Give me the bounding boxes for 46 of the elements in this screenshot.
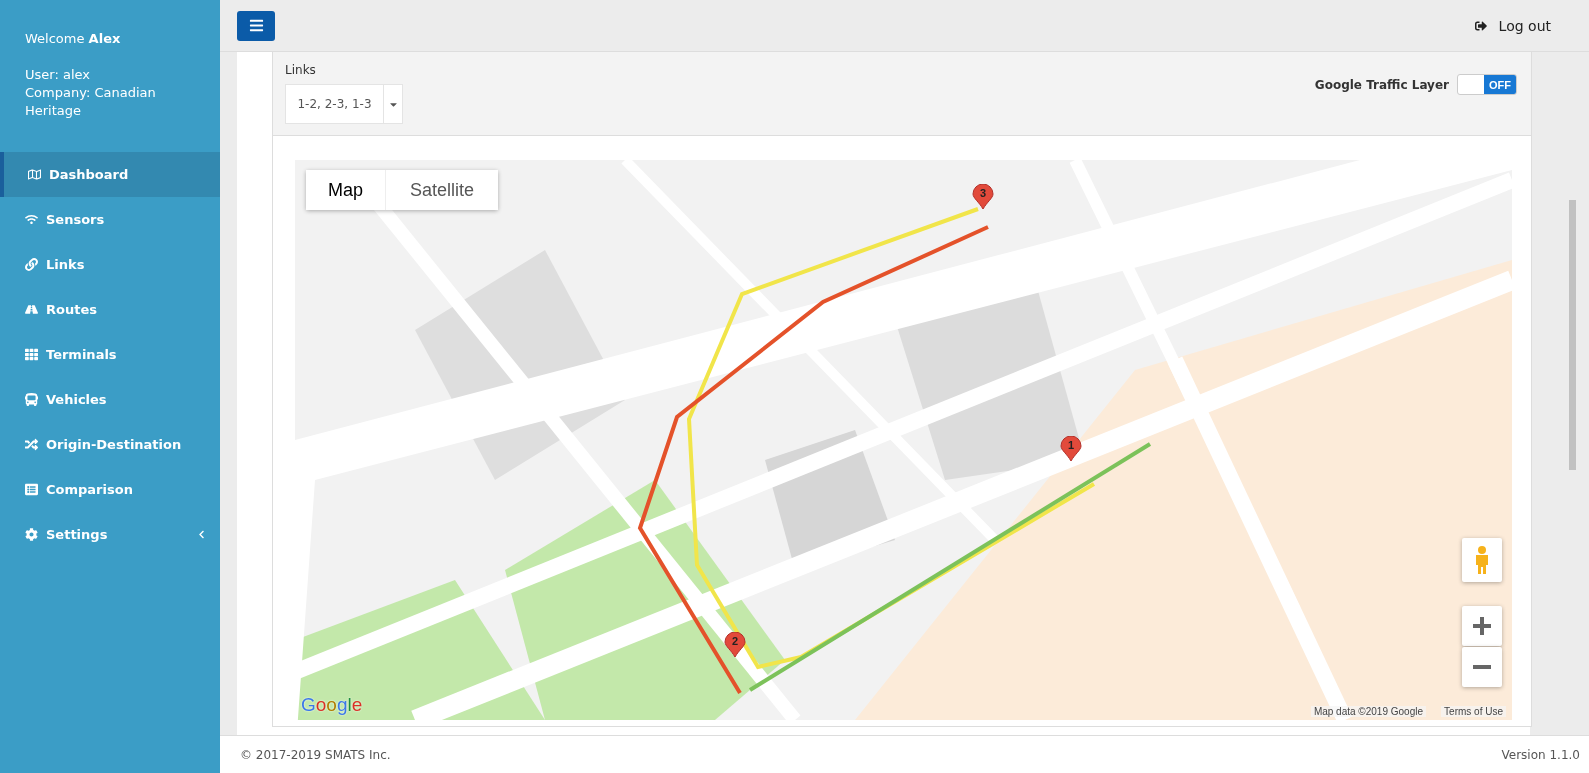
version-text: Version 1.1.0 [1501,747,1580,762]
sidebar-item[interactable]: Comparison [0,467,220,512]
settings-icon [25,528,38,541]
map-logo: Google [301,694,363,716]
user-text: User: alex [24,66,91,84]
links-label: Links [285,63,317,77]
map-marker[interactable]: 2 [724,632,746,658]
link-icon [25,258,38,271]
plus-icon [1473,617,1491,635]
map-icon [28,168,41,181]
menu-icon [248,18,264,33]
copyright-text: © 2017-2019 SMATS Inc. [240,747,391,762]
links-select[interactable]: 1-2, 2-3, 1-3 [285,84,403,124]
person-icon [1474,545,1490,575]
sidebar-item[interactable]: Links [0,242,220,287]
road-icon [25,303,38,316]
map-marker[interactable]: 3 [972,184,994,210]
sidebar-item[interactable]: Dashboard [0,152,220,197]
sidebar-item[interactable]: Sensors [0,197,220,242]
sidebar-item[interactable]: Origin-Destination [0,422,220,467]
sidebar-item[interactable]: Vehicles [0,377,220,422]
traffic-layer-switch[interactable]: OFF [1457,74,1517,95]
map-attribution: Map data ©2019 Google [1310,706,1426,717]
zoom-out-button[interactable] [1462,647,1502,687]
company-text: Company: Canadian Heritage [24,84,157,120]
wifi-icon [25,213,38,226]
grid-icon [25,348,38,361]
minus-icon [1473,665,1491,669]
logout-icon [1474,19,1487,32]
zoom-in-button[interactable] [1462,606,1502,646]
map-type-tab[interactable]: Satellite [386,170,499,210]
map-type-tab[interactable]: Map [306,170,386,210]
sidebar-item[interactable]: Routes [0,287,220,332]
map-marker[interactable]: 1 [1060,436,1082,462]
traffic-layer-label: Google Traffic Layer [1314,77,1449,92]
terms-link[interactable]: Terms of Use [1441,706,1506,717]
welcome-text: Welcome Alex [24,30,122,48]
list-icon [25,483,38,496]
shuffle-icon [25,438,38,451]
logout-link[interactable]: Log out [1474,17,1551,34]
sidebar-item[interactable]: Settings [0,512,220,557]
sidebar-item[interactable]: Terminals [0,332,220,377]
chevron-icon [197,530,206,539]
bus-icon [25,393,38,406]
scrollbar[interactable] [1569,200,1576,470]
menu-button[interactable] [237,10,275,41]
